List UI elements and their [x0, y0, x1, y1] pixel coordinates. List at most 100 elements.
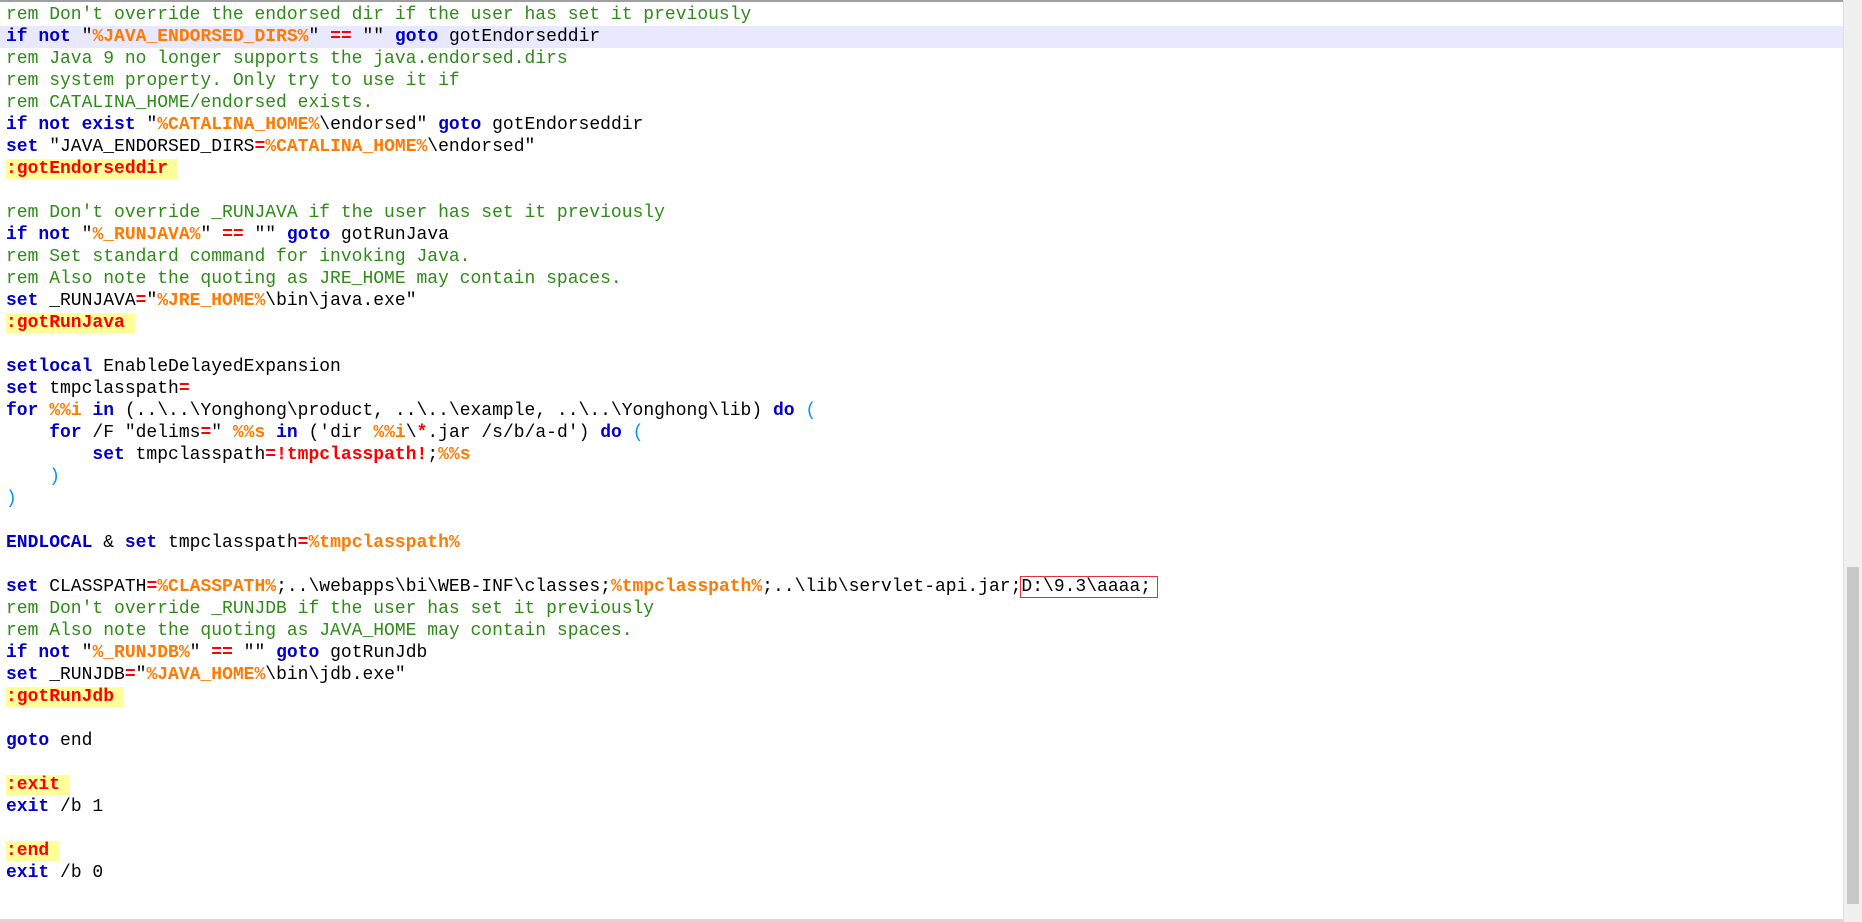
- code-line[interactable]: rem Don't override _RUNJAVA if the user …: [0, 202, 1843, 224]
- label-token: :end: [6, 841, 60, 861]
- code-line[interactable]: set "JAVA_ENDORSED_DIRS=%CATALINA_HOME%\…: [0, 136, 1843, 158]
- keyword-token: set: [6, 379, 39, 399]
- code-line[interactable]: exit /b 1: [0, 796, 1843, 818]
- variable-token: %CATALINA_HOME%: [265, 137, 428, 157]
- code-line[interactable]: set CLASSPATH=%CLASSPATH%;..\webapps\bi\…: [0, 576, 1843, 598]
- keyword-token: for: [49, 423, 82, 443]
- keyword-token: setlocal: [6, 357, 93, 377]
- code-token: ": [211, 423, 233, 443]
- operator-token: =: [146, 577, 158, 597]
- code-line[interactable]: exit /b 0: [0, 862, 1843, 884]
- code-line[interactable]: setlocal EnableDelayedExpansion: [0, 356, 1843, 378]
- comment-token: rem Also note the quoting as JAVA_HOME m…: [6, 621, 633, 641]
- code-line[interactable]: :exit: [0, 774, 1843, 796]
- code-token: \endorsed": [319, 115, 439, 135]
- code-line[interactable]: if not "%_RUNJAVA%" == "" goto gotRunJav…: [0, 224, 1843, 246]
- code-token: .jar /s/b/a-d'): [427, 423, 601, 443]
- code-token: /b 1: [49, 797, 104, 817]
- code-token: gotRunJdb: [319, 643, 428, 663]
- code-line[interactable]: [0, 180, 1843, 202]
- code-line[interactable]: if not "%JAVA_ENDORSED_DIRS%" == "" goto…: [0, 26, 1843, 48]
- code-token: ;..\lib\servlet-api.jar;: [762, 577, 1022, 597]
- code-token: \bin\jdb.exe": [265, 665, 406, 685]
- code-token: ;: [427, 445, 439, 465]
- code-line[interactable]: if not "%_RUNJDB%" == "" goto gotRunJdb: [0, 642, 1843, 664]
- code-line[interactable]: ): [0, 488, 1843, 510]
- code-line[interactable]: :end: [0, 840, 1843, 862]
- label-token: :exit: [6, 775, 71, 795]
- keyword-token: in: [276, 423, 298, 443]
- variable-token: %tmpclasspath%: [308, 533, 460, 553]
- keyword-token: exit: [6, 863, 50, 883]
- operator-token: *: [416, 423, 428, 443]
- code-line[interactable]: rem Set standard command for invoking Ja…: [0, 246, 1843, 268]
- variable-token: %%s: [438, 445, 471, 465]
- code-line[interactable]: goto end: [0, 730, 1843, 752]
- code-line[interactable]: rem Don't override the endorsed dir if t…: [0, 4, 1843, 26]
- keyword-token: set: [6, 665, 39, 685]
- operator-token: ==: [222, 225, 244, 245]
- code-token: "": [351, 27, 395, 47]
- code-line[interactable]: [0, 708, 1843, 730]
- code-line[interactable]: [0, 510, 1843, 532]
- comment-token: rem CATALINA_HOME/endorsed exists.: [6, 93, 374, 113]
- code-line[interactable]: rem system property. Only try to use it …: [0, 70, 1843, 92]
- comment-token: rem Set standard command for invoking Ja…: [6, 247, 471, 267]
- code-line[interactable]: if not exist "%CATALINA_HOME%\endorsed" …: [0, 114, 1843, 136]
- code-line[interactable]: for /F "delims=" %%s in ('dir %%i\*.jar …: [0, 422, 1843, 444]
- code-token: "JAVA_ENDORSED_DIRS: [38, 137, 255, 157]
- code-editor[interactable]: rem Don't override the endorsed dir if t…: [0, 0, 1843, 922]
- code-line[interactable]: [0, 554, 1843, 576]
- code-token: EnableDelayedExpansion: [92, 357, 341, 377]
- code-line[interactable]: set tmpclasspath=!tmpclasspath!;%%s: [0, 444, 1843, 466]
- code-line[interactable]: :gotRunJdb: [0, 686, 1843, 708]
- variable-token: %tmpclasspath%: [610, 577, 763, 597]
- keyword-token: do: [600, 423, 622, 443]
- variable-token: %CLASSPATH%: [157, 577, 277, 597]
- code-line[interactable]: [0, 334, 1843, 356]
- code-token: &: [92, 533, 125, 553]
- code-line[interactable]: set _RUNJDB="%JAVA_HOME%\bin\jdb.exe": [0, 664, 1843, 686]
- paren-token: (: [632, 423, 644, 443]
- code-line[interactable]: for %%i in (..\..\Yonghong\product, ..\.…: [0, 400, 1843, 422]
- code-line[interactable]: set _RUNJAVA="%JRE_HOME%\bin\java.exe": [0, 290, 1843, 312]
- code-line[interactable]: rem Java 9 no longer supports the java.e…: [0, 48, 1843, 70]
- operator-token: ==: [211, 643, 233, 663]
- code-line[interactable]: rem Also note the quoting as JAVA_HOME m…: [0, 620, 1843, 642]
- code-token: CLASSPATH: [38, 577, 147, 597]
- code-token: "": [232, 643, 277, 663]
- paren-token: ): [6, 489, 17, 509]
- code-line[interactable]: rem Also note the quoting as JRE_HOME ma…: [0, 268, 1843, 290]
- code-line[interactable]: [0, 752, 1843, 774]
- operator-token: =: [265, 445, 277, 465]
- comment-token: rem Java 9 no longer supports the java.e…: [6, 49, 568, 69]
- keyword-token: for: [6, 401, 39, 421]
- keyword-token: set: [6, 137, 39, 157]
- vertical-scrollbar[interactable]: [1843, 0, 1862, 922]
- code-line[interactable]: [0, 818, 1843, 840]
- keyword-token: if not: [6, 643, 82, 663]
- scrollbar-thumb[interactable]: [1847, 567, 1859, 904]
- code-line[interactable]: ENDLOCAL & set tmpclasspath=%tmpclasspat…: [0, 532, 1843, 554]
- keyword-token: exit: [6, 797, 50, 817]
- code-line[interactable]: set tmpclasspath=: [0, 378, 1843, 400]
- label-token: :gotRunJdb: [6, 687, 125, 707]
- paren-token: (: [805, 401, 817, 421]
- comment-token: rem Don't override _RUNJAVA if the user …: [6, 203, 665, 223]
- variable-token: %_RUNJDB%: [92, 643, 190, 663]
- code-line[interactable]: :gotRunJava: [0, 312, 1843, 334]
- code-line[interactable]: :gotEndorseddir: [0, 158, 1843, 180]
- code-lines[interactable]: rem Don't override the endorsed dir if t…: [0, 4, 1843, 884]
- code-token: _RUNJDB: [38, 665, 125, 685]
- keyword-token: goto: [6, 731, 50, 751]
- comment-token: rem Don't override _RUNJDB if the user h…: [6, 599, 655, 619]
- code-token: ": [308, 27, 331, 47]
- code-line[interactable]: ): [0, 466, 1843, 488]
- variable-token: %%i: [49, 401, 82, 421]
- code-line[interactable]: rem CATALINA_HOME/endorsed exists.: [0, 92, 1843, 114]
- code-line[interactable]: rem Don't override _RUNJDB if the user h…: [0, 598, 1843, 620]
